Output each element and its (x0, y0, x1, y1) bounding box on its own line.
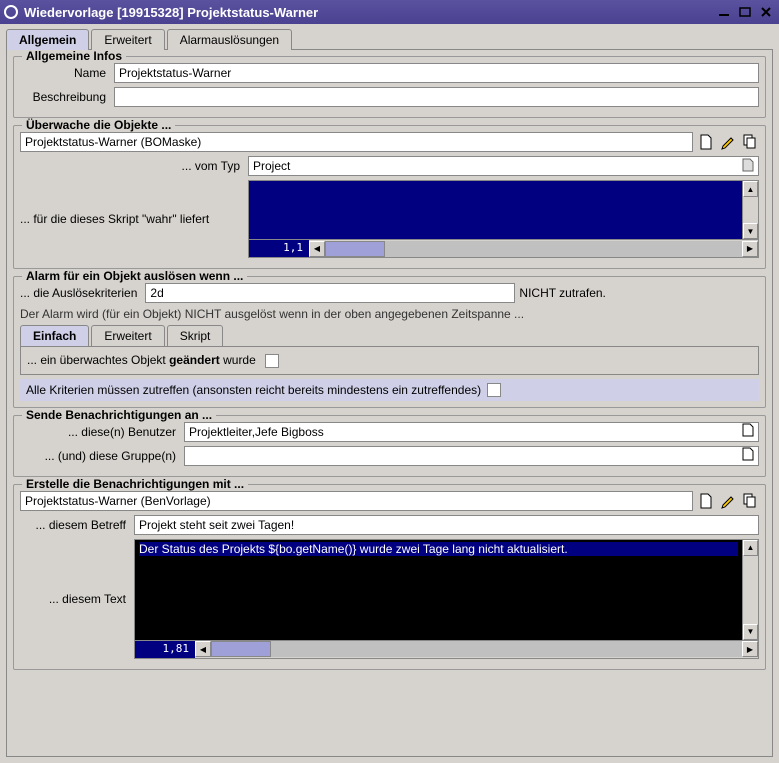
tab-erweitert[interactable]: Erweitert (91, 29, 164, 50)
crit-suffix: NICHT zutrafen. (519, 286, 605, 300)
group-create: Erstelle die Benachrichtigungen mit ... … (13, 484, 766, 670)
script-editor: ▲ ▼ 1,1 ◀ ▶ (248, 180, 759, 258)
group-watch: Überwache die Objekte ... Projektstatus-… (13, 125, 766, 269)
scroll-left-icon[interactable]: ◀ (309, 241, 325, 257)
edit-icon[interactable] (719, 133, 737, 151)
group-title-create: Erstelle die Benachrichtigungen mit ... (22, 477, 248, 491)
subj-label: ... diesem Betreff (20, 518, 130, 532)
desc-input[interactable] (114, 87, 759, 107)
tab-alarmausloesungen[interactable]: Alarmauslösungen (167, 29, 292, 50)
subtab-skript[interactable]: Skript (167, 325, 224, 346)
alarm-note: Der Alarm wird (für ein Objekt) NICHT au… (20, 307, 759, 321)
group-send: Sende Benachrichtigungen an ... ... dies… (13, 415, 766, 477)
group-title-send: Sende Benachrichtigungen an ... (22, 408, 216, 422)
changed-checkbox[interactable] (265, 354, 279, 368)
script-cursor-pos: 1,1 (249, 240, 309, 257)
subj-input[interactable] (134, 515, 759, 535)
text-hscroll[interactable]: ◀ ▶ (195, 641, 758, 658)
text-vscroll[interactable]: ▲ ▼ (742, 540, 758, 640)
scroll-down-icon[interactable]: ▼ (743, 223, 758, 239)
group-title-alarm: Alarm für ein Objekt auslösen wenn ... (22, 269, 247, 283)
document-icon (742, 447, 754, 464)
desc-label: Beschreibung (20, 90, 110, 104)
script-label: ... für die dieses Skript "wahr" liefert (20, 212, 244, 226)
alarm-subtabbar: Einfach Erweitert Skript (20, 325, 759, 346)
group-alarm: Alarm für ein Objekt auslösen wenn ... .… (13, 276, 766, 408)
watch-file-field[interactable]: Projektstatus-Warner (BOMaske) (20, 132, 693, 152)
group-info: Allgemeine Infos Name Beschreibung (13, 56, 766, 118)
group-title-info: Allgemeine Infos (22, 49, 126, 63)
name-label: Name (20, 66, 110, 80)
type-label: ... vom Typ (20, 159, 244, 173)
titlebar: Wiedervorlage [19915328] Projektstatus-W… (0, 0, 779, 24)
simple-text-post: wurde (220, 353, 256, 367)
subtab-erweitert[interactable]: Erweitert (91, 325, 164, 346)
new-icon[interactable] (697, 492, 715, 510)
maximize-button[interactable] (736, 4, 754, 20)
window: Wiedervorlage [19915328] Projektstatus-W… (0, 0, 779, 763)
all-criteria-text: Alle Kriterien müssen zutreffen (ansonst… (26, 383, 481, 397)
type-field[interactable]: Project (248, 156, 759, 176)
group-field[interactable] (184, 446, 759, 466)
type-text: Project (253, 159, 742, 173)
document-icon (742, 158, 754, 175)
text-cursor-pos: 1,81 (135, 641, 195, 658)
name-input[interactable] (114, 63, 759, 83)
edit-icon[interactable] (719, 492, 737, 510)
watch-file-text: Projektstatus-Warner (BOMaske) (25, 135, 688, 149)
hscroll-thumb[interactable] (211, 641, 271, 657)
copy-icon[interactable] (741, 492, 759, 510)
hscroll-thumb[interactable] (325, 241, 385, 257)
crit-label: ... die Auslösekriterien (20, 286, 141, 300)
copy-icon[interactable] (741, 133, 759, 151)
create-file-field[interactable]: Projektstatus-Warner (BenVorlage) (20, 491, 693, 511)
subtab-einfach[interactable]: Einfach (20, 325, 89, 346)
crit-input[interactable] (145, 283, 515, 303)
document-icon (742, 423, 754, 440)
user-field[interactable]: Projektleiter,Jefe Bigboss (184, 422, 759, 442)
group-label: ... (und) diese Gruppe(n) (20, 449, 180, 463)
group-title-watch: Überwache die Objekte ... (22, 118, 175, 132)
text-editor: Der Status des Projekts ${bo.getName()} … (134, 539, 759, 659)
simple-text-bold: geändert (169, 353, 220, 367)
all-criteria-row: Alle Kriterien müssen zutreffen (ansonst… (20, 379, 759, 401)
script-vscroll[interactable]: ▲ ▼ (742, 181, 758, 239)
script-textarea[interactable] (249, 181, 742, 239)
create-file-text: Projektstatus-Warner (BenVorlage) (25, 494, 688, 508)
scroll-right-icon[interactable]: ▶ (742, 241, 758, 257)
scroll-up-icon[interactable]: ▲ (743, 181, 758, 197)
content-panel: Allgemeine Infos Name Beschreibung Überw… (6, 49, 773, 757)
alarm-subpanel: ... ein überwachtes Objekt geändert wurd… (20, 346, 759, 375)
new-icon[interactable] (697, 133, 715, 151)
tab-allgemein[interactable]: Allgemein (6, 29, 89, 50)
minimize-button[interactable] (715, 4, 733, 20)
close-button[interactable] (757, 4, 775, 20)
all-criteria-checkbox[interactable] (487, 383, 501, 397)
script-hscroll[interactable]: ◀ ▶ (309, 240, 758, 257)
user-label: ... diese(n) Benutzer (20, 425, 180, 439)
scroll-right-icon[interactable]: ▶ (742, 641, 758, 657)
window-title: Wiedervorlage [19915328] Projektstatus-W… (24, 5, 712, 20)
scroll-left-icon[interactable]: ◀ (195, 641, 211, 657)
simple-text-pre: ... ein überwachtes Objekt (27, 353, 169, 367)
main-tabbar: Allgemein Erweitert Alarmauslösungen (0, 24, 779, 49)
scroll-up-icon[interactable]: ▲ (743, 540, 758, 556)
text-textarea[interactable]: Der Status des Projekts ${bo.getName()} … (135, 540, 742, 640)
app-icon (4, 5, 18, 19)
user-text: Projektleiter,Jefe Bigboss (189, 425, 742, 439)
scroll-down-icon[interactable]: ▼ (743, 624, 758, 640)
text-label: ... diesem Text (20, 592, 130, 606)
